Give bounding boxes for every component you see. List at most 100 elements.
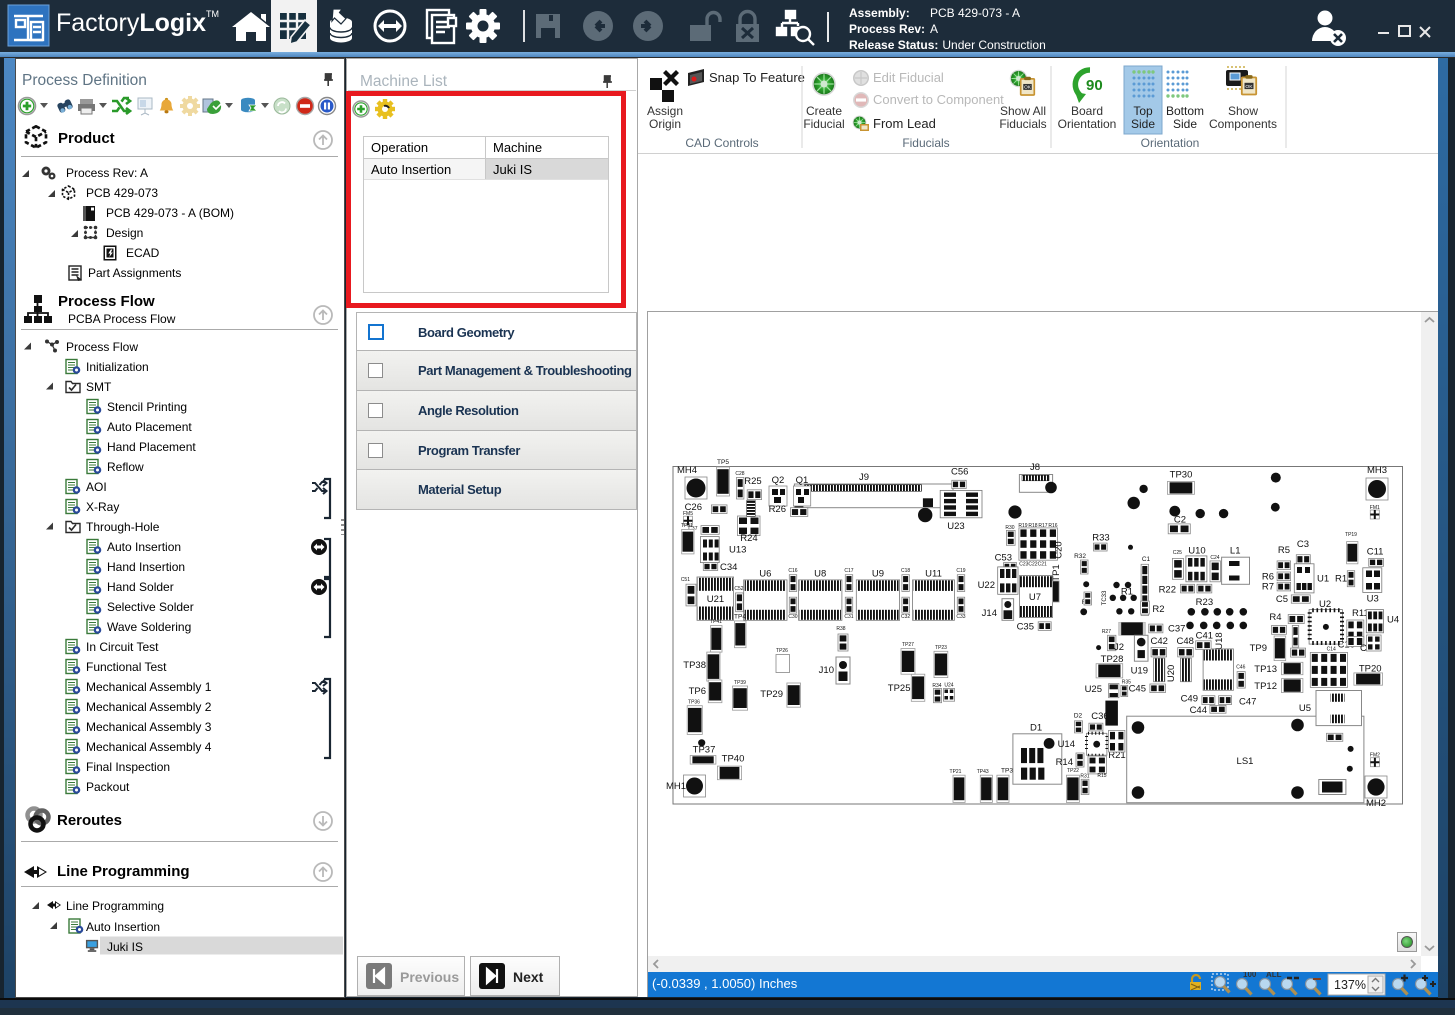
svg-text:U10: U10 xyxy=(1188,546,1205,557)
svg-text:U20: U20 xyxy=(1166,665,1177,682)
svg-text:Board: Board xyxy=(1071,104,1103,118)
svg-text:R25: R25 xyxy=(744,476,761,487)
svg-text:R32: R32 xyxy=(1074,553,1086,560)
svg-text:C44: C44 xyxy=(1190,705,1207,716)
svg-text:C56: C56 xyxy=(951,467,968,478)
svg-text:MH4: MH4 xyxy=(677,465,697,476)
svg-text:TP43: TP43 xyxy=(977,769,989,775)
svg-text:C35: C35 xyxy=(1017,622,1034,633)
svg-text:C49: C49 xyxy=(1181,694,1198,705)
svg-text:C33: C33 xyxy=(956,614,965,620)
svg-text:Show: Show xyxy=(1228,104,1258,118)
svg-text:R14: R14 xyxy=(1056,757,1073,768)
svg-text:TP30: TP30 xyxy=(1170,470,1193,481)
svg-text:MH2: MH2 xyxy=(1366,798,1386,809)
svg-text:J2: J2 xyxy=(1114,642,1124,653)
svg-text:C17: C17 xyxy=(844,568,853,574)
svg-text:137%: 137% xyxy=(1334,978,1366,992)
svg-text:TP36: TP36 xyxy=(688,700,700,706)
svg-text:U6: U6 xyxy=(759,568,771,579)
svg-text:Assign: Assign xyxy=(647,104,683,118)
svg-text:L1: L1 xyxy=(1230,546,1241,557)
svg-text:CAD Controls: CAD Controls xyxy=(685,136,758,150)
svg-text:R27: R27 xyxy=(1102,629,1111,635)
svg-text:TP12: TP12 xyxy=(1254,681,1277,692)
svg-text:C51: C51 xyxy=(681,577,690,583)
svg-text:C25: C25 xyxy=(1173,550,1182,556)
svg-text:R38: R38 xyxy=(836,626,845,632)
svg-text:U9: U9 xyxy=(872,568,884,579)
svg-text:C23C22C21: C23C22C21 xyxy=(1019,562,1047,568)
svg-text:R7: R7 xyxy=(1262,582,1274,593)
svg-text:TP39: TP39 xyxy=(734,680,746,686)
svg-text:Create: Create xyxy=(806,104,842,118)
svg-text:C53: C53 xyxy=(995,552,1012,563)
svg-text:Bottom: Bottom xyxy=(1166,104,1204,118)
svg-text:R2: R2 xyxy=(1152,604,1164,615)
svg-text:TP6: TP6 xyxy=(689,686,706,697)
svg-text:C47: C47 xyxy=(1239,696,1256,707)
svg-text:C1: C1 xyxy=(1142,556,1151,563)
svg-text:U18: U18 xyxy=(1214,632,1225,649)
svg-text:Show All: Show All xyxy=(1000,104,1046,118)
svg-text:C19: C19 xyxy=(956,568,965,574)
svg-text:Convert to Component: Convert to Component xyxy=(873,92,1004,107)
svg-text:R33: R33 xyxy=(1092,533,1109,544)
svg-text:U4: U4 xyxy=(1387,615,1399,626)
svg-text:Q1: Q1 xyxy=(796,475,809,486)
svg-text:C32: C32 xyxy=(901,614,910,620)
svg-text:Orientation: Orientation xyxy=(1058,117,1117,131)
svg-text:C20: C20 xyxy=(1053,541,1064,558)
svg-text:MH1: MH1 xyxy=(666,781,686,792)
svg-text:R22: R22 xyxy=(1159,584,1176,595)
svg-text:TP27: TP27 xyxy=(902,642,914,648)
svg-text:R4: R4 xyxy=(1269,612,1281,623)
svg-text:Top: Top xyxy=(1133,104,1153,118)
svg-text:R23: R23 xyxy=(1196,597,1213,608)
svg-text:J10: J10 xyxy=(819,665,834,676)
svg-text:C37: C37 xyxy=(1168,624,1185,635)
svg-text:C46: C46 xyxy=(1236,665,1245,671)
svg-text:TP21: TP21 xyxy=(950,769,962,775)
svg-text:C26: C26 xyxy=(685,502,702,513)
svg-text:TP3: TP3 xyxy=(1001,768,1013,775)
svg-text:R31: R31 xyxy=(1080,774,1089,780)
svg-text:C41: C41 xyxy=(1196,630,1213,641)
svg-text:C16: C16 xyxy=(788,568,797,574)
svg-text:C31: C31 xyxy=(844,614,853,620)
svg-text:From Lead: From Lead xyxy=(873,116,936,131)
svg-text:C48: C48 xyxy=(1176,636,1193,647)
svg-text:U19: U19 xyxy=(1131,665,1148,676)
svg-text:C11: C11 xyxy=(1367,547,1384,558)
svg-text:TP22: TP22 xyxy=(1067,768,1079,774)
svg-text:C45: C45 xyxy=(1129,683,1146,694)
svg-text:Origin: Origin xyxy=(649,117,681,131)
svg-text:Fiducials: Fiducials xyxy=(999,117,1046,131)
svg-text:U21: U21 xyxy=(707,594,724,605)
svg-text:C30: C30 xyxy=(788,614,797,620)
svg-text:TP1: TP1 xyxy=(1051,564,1062,581)
svg-text:U3: U3 xyxy=(1367,593,1379,604)
svg-text:TP40: TP40 xyxy=(722,753,745,764)
svg-text:Side: Side xyxy=(1173,117,1197,131)
svg-text:LS1: LS1 xyxy=(1237,756,1254,767)
svg-text:U5: U5 xyxy=(1299,703,1311,714)
svg-text:TP4: TP4 xyxy=(734,614,746,621)
svg-text:C14: C14 xyxy=(1327,646,1336,652)
svg-text:MH3: MH3 xyxy=(1367,465,1387,476)
svg-text:TP23: TP23 xyxy=(935,645,947,651)
svg-text:TP31: TP31 xyxy=(681,523,693,529)
svg-text:TP37: TP37 xyxy=(693,745,716,756)
svg-text:TP: TP xyxy=(1292,630,1297,635)
svg-text:TP25: TP25 xyxy=(888,683,911,694)
svg-text:Edit Fiducial: Edit Fiducial xyxy=(873,70,944,85)
svg-text:TP29: TP29 xyxy=(760,689,783,700)
svg-text:Orientation: Orientation xyxy=(1141,136,1200,150)
svg-text:Components: Components xyxy=(1209,117,1277,131)
svg-text:TC33: TC33 xyxy=(1102,590,1108,605)
svg-text:C18: C18 xyxy=(901,568,910,574)
svg-text:U11: U11 xyxy=(925,568,942,579)
svg-text:J8: J8 xyxy=(1030,462,1040,473)
svg-text:R15: R15 xyxy=(1097,773,1106,779)
svg-text:C3: C3 xyxy=(1297,539,1309,550)
